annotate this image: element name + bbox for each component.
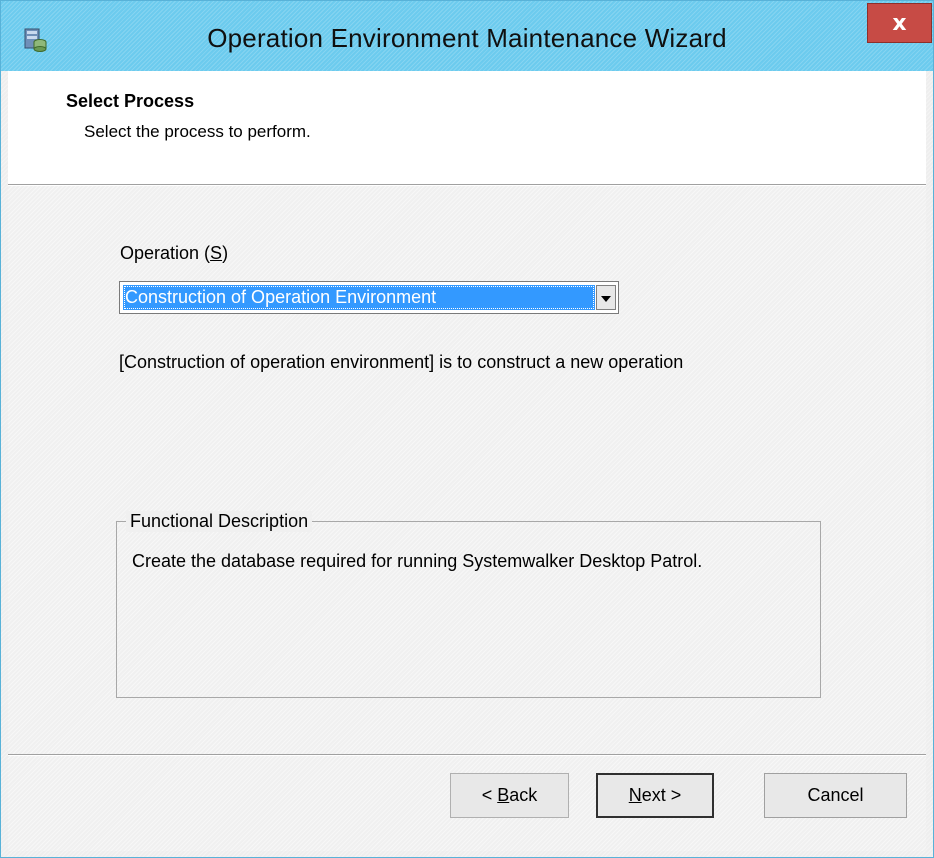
next-button[interactable]: Next > bbox=[596, 773, 714, 818]
operation-description: [Construction of operation environment] … bbox=[119, 352, 684, 372]
wizard-window: Operation Environment Maintenance Wizard… bbox=[0, 0, 934, 858]
cancel-button-label: Cancel bbox=[807, 785, 864, 805]
window-title: Operation Environment Maintenance Wizard bbox=[207, 23, 727, 53]
back-button-label: < Back bbox=[481, 785, 538, 805]
functional-description-legend: Functional Description bbox=[126, 511, 313, 532]
next-button-label: Next > bbox=[628, 785, 682, 805]
footer-divider-highlight bbox=[8, 755, 926, 756]
close-icon: x bbox=[892, 10, 907, 36]
operation-select[interactable]: Construction of Operation Environment bbox=[119, 281, 619, 314]
chevron-down-icon bbox=[601, 289, 611, 307]
wizard-body: Select Process Select the process to per… bbox=[8, 71, 926, 851]
operation-label: Operation (S) bbox=[120, 243, 229, 263]
functional-description-group bbox=[116, 521, 821, 698]
back-button[interactable]: < Back bbox=[450, 773, 569, 818]
functional-description-text: Create the database required for running… bbox=[132, 551, 703, 571]
page-subtitle: Select the process to perform. bbox=[84, 122, 311, 141]
close-button[interactable]: x bbox=[867, 3, 932, 43]
page-title: Select Process bbox=[66, 91, 195, 111]
wizard-header: Select Process Select the process to per… bbox=[8, 71, 926, 185]
header-divider bbox=[8, 185, 926, 186]
operation-selected-value: Construction of Operation Environment bbox=[123, 285, 595, 310]
title-bar[interactable]: Operation Environment Maintenance Wizard… bbox=[1, 1, 933, 71]
cancel-button[interactable]: Cancel bbox=[764, 773, 907, 818]
dropdown-button[interactable] bbox=[596, 285, 616, 310]
